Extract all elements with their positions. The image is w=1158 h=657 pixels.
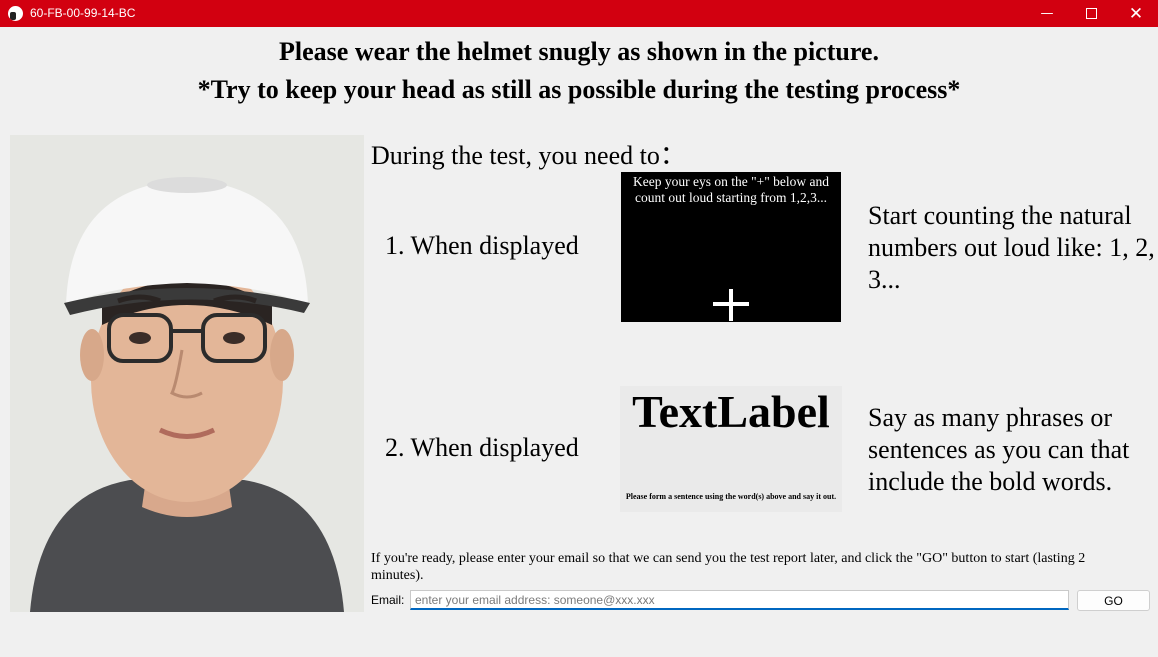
page-subheading: *Try to keep your head as still as possi… — [197, 75, 961, 104]
ready-instructions: If you're ready, please enter your email… — [371, 551, 1086, 583]
instructions-lead: During the test, you need to： — [371, 141, 686, 170]
maximize-icon — [1085, 8, 1097, 19]
maximize-button[interactable] — [1068, 0, 1114, 27]
word-prompt-caption: Please form a sentence using the word(s)… — [625, 492, 837, 501]
step2-label: 2. When displayed — [385, 433, 579, 462]
close-button[interactable]: ✕ — [1113, 0, 1158, 27]
word-prompt-text: TextLabel — [632, 386, 830, 437]
step1-description: Start counting the natural numbers out l… — [868, 201, 1155, 294]
page-heading: Please wear the helmet snugly as shown i… — [279, 37, 879, 66]
window-title: 60-FB-00-99-14-BC — [30, 6, 136, 20]
email-input[interactable] — [410, 590, 1069, 610]
title-bar: 60-FB-00-99-14-BC — ✕ — [0, 0, 1158, 27]
fixation-caption: Keep your eys on the "+" below and count… — [633, 174, 829, 205]
minimize-button[interactable]: — — [1024, 0, 1070, 27]
email-label: Email: — [371, 593, 405, 607]
step1-label: 1. When displayed — [385, 231, 579, 260]
go-button[interactable]: GO — [1077, 590, 1150, 611]
plus-icon-bar — [713, 302, 749, 306]
step2-description: Say as many phrases or sentences as you … — [868, 403, 1130, 496]
helmet-photo — [10, 135, 364, 612]
app-icon — [8, 6, 23, 21]
